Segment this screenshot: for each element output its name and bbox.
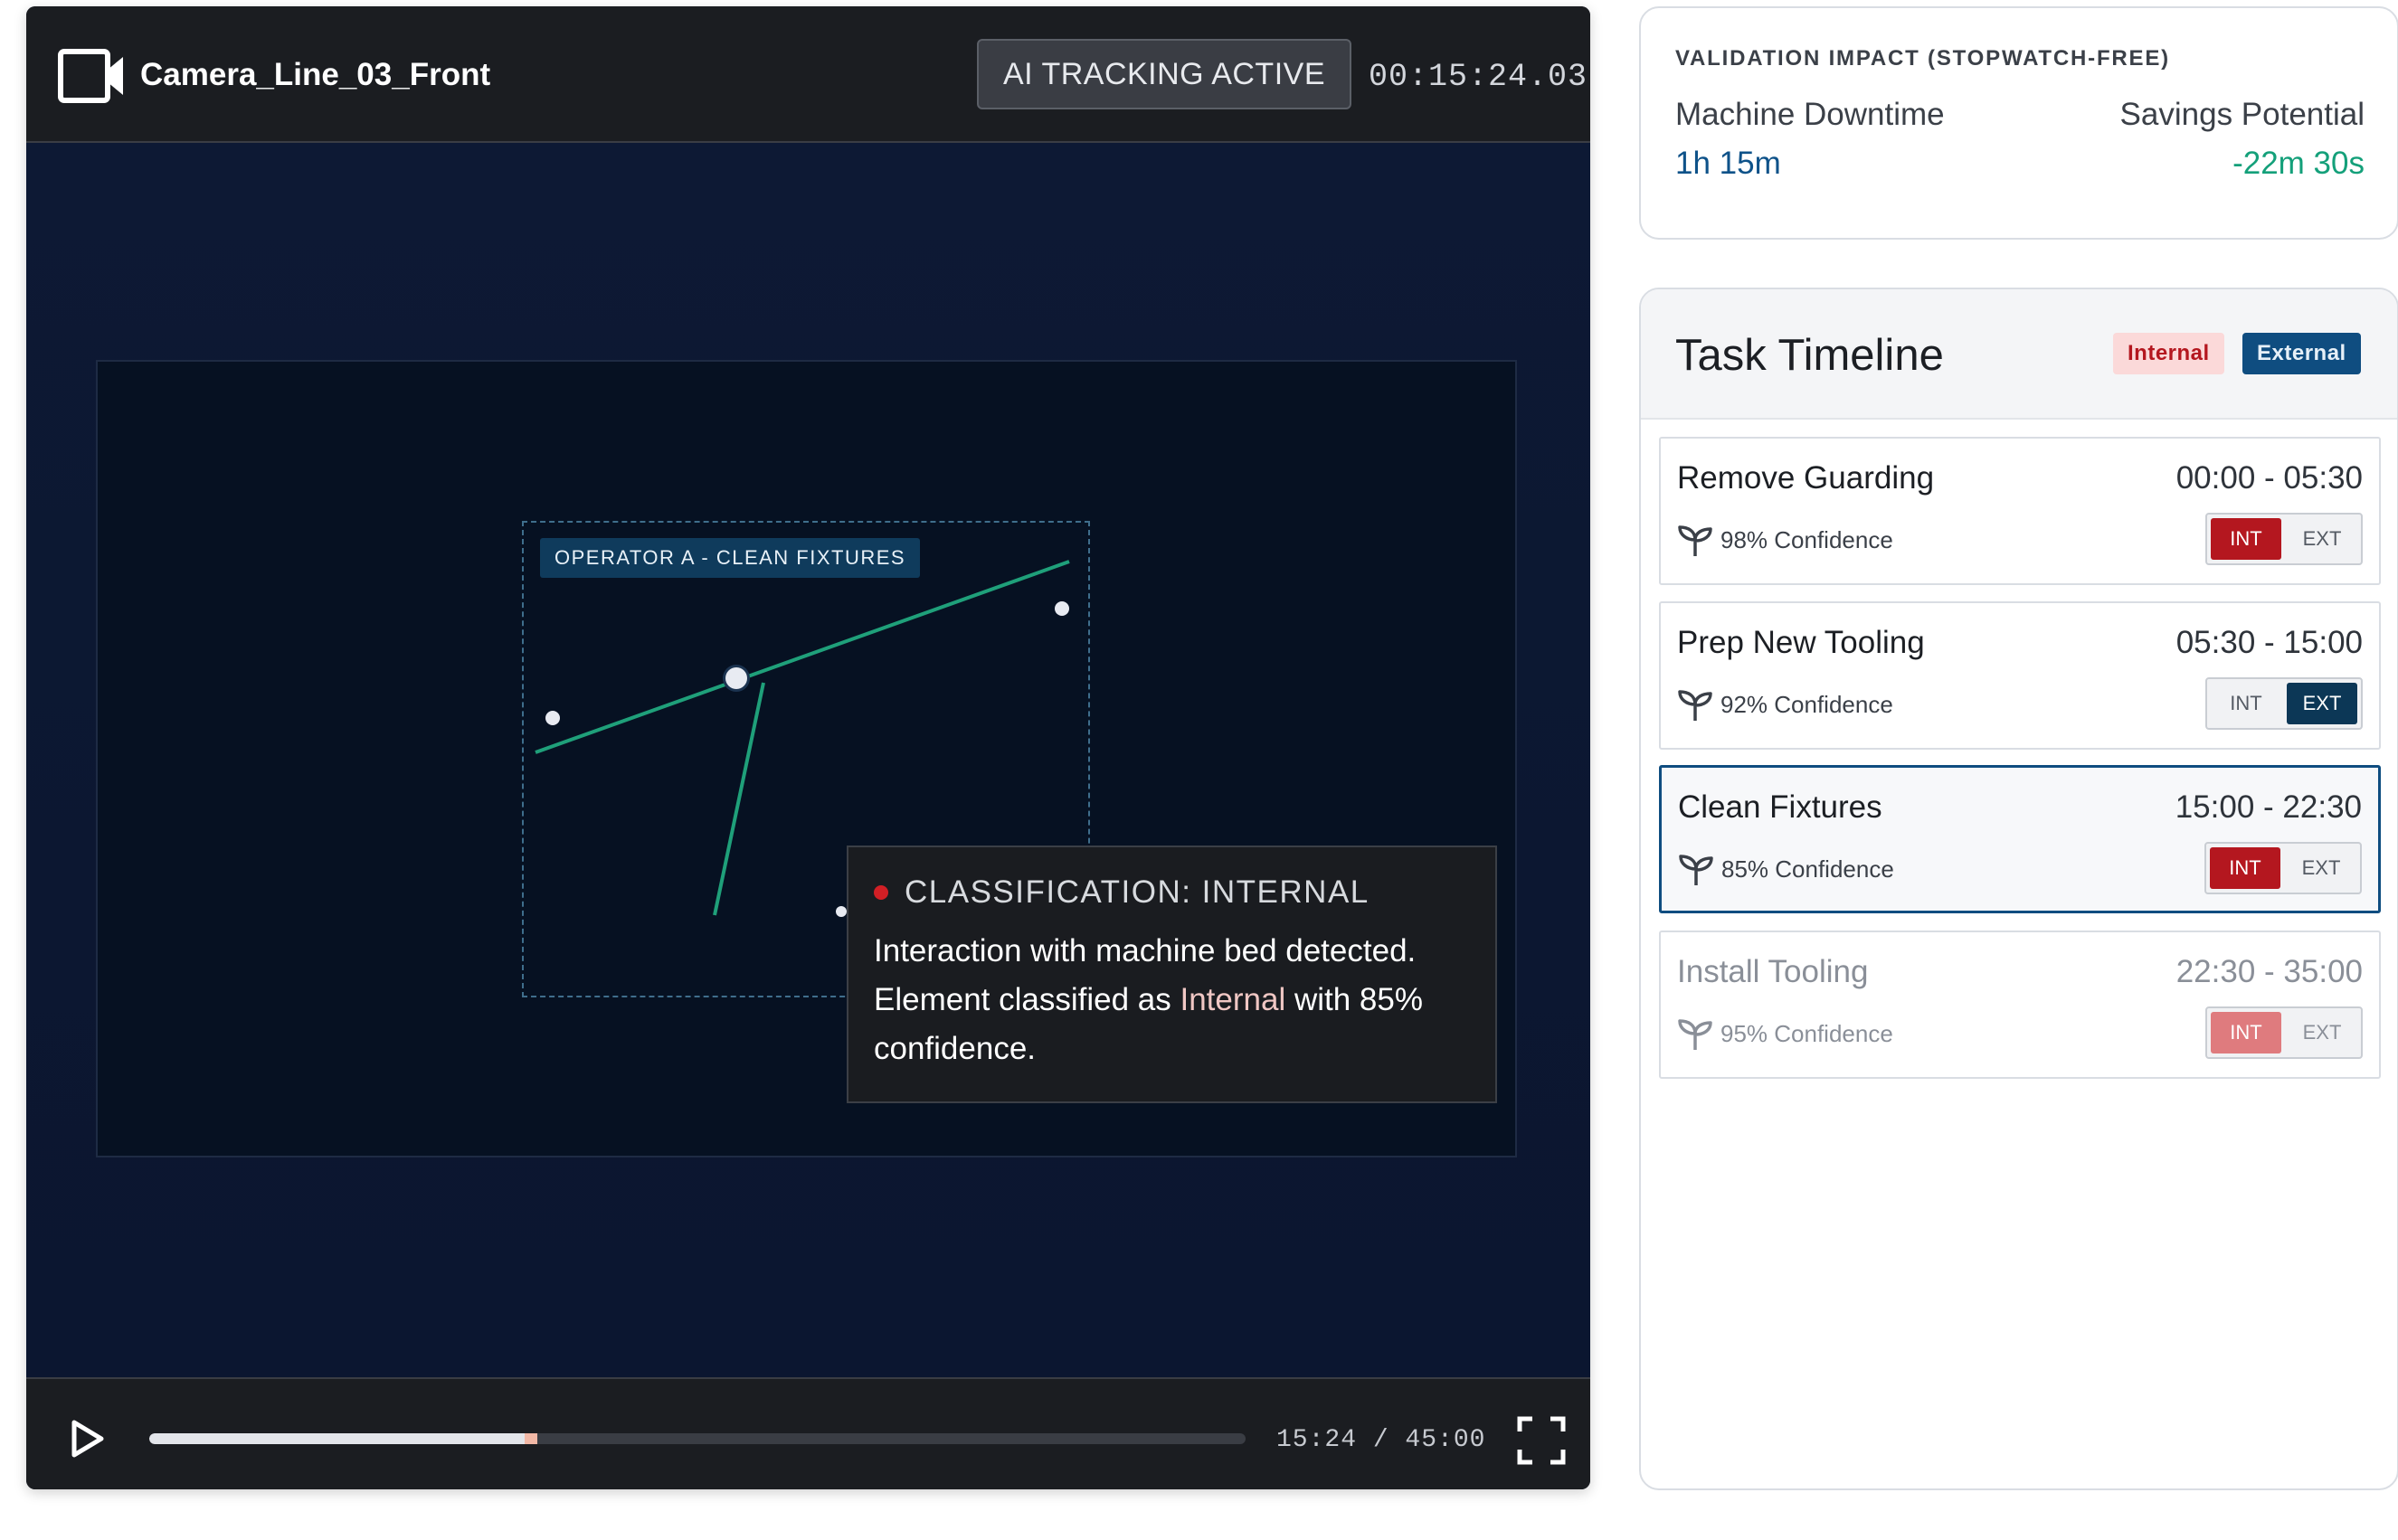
sprout-icon: [1678, 690, 1712, 721]
video-stage: OPERATOR A - CLEAN FIXTURES CLASSIFICATI…: [26, 143, 1590, 1377]
task-time: 15:00 - 22:30: [2175, 789, 2362, 825]
legend-internal: Internal: [2113, 333, 2224, 374]
classification-highlight: Internal: [1180, 982, 1286, 1017]
classification-line-3: confidence.: [874, 1031, 1037, 1066]
downtime-label: Machine Downtime: [1675, 97, 1945, 132]
timeline-title: Task Timeline: [1675, 331, 1944, 380]
int-ext-toggle: INT EXT: [2204, 842, 2362, 894]
task-card-remove-guarding[interactable]: Remove Guarding 00:00 - 05:30 98% Confid…: [1659, 437, 2381, 585]
progress-fill: [149, 1433, 525, 1444]
task-card-install-tooling[interactable]: Install Tooling 22:30 - 35:00 95% Confid…: [1659, 931, 2381, 1079]
savings-label: Savings Potential: [2119, 97, 2365, 132]
task-name: Prep New Tooling: [1677, 625, 1925, 660]
task-time: 00:00 - 05:30: [2175, 460, 2363, 496]
classification-heading-text: CLASSIFICATION: INTERNAL: [905, 874, 1370, 910]
confidence-text: 98% Confidence: [1720, 525, 1893, 553]
task-name: Remove Guarding: [1677, 460, 1935, 496]
fullscreen-icon[interactable]: [1516, 1415, 1567, 1466]
play-icon[interactable]: [70, 1419, 106, 1459]
video-header: Camera_Line_03_Front AI TRACKING ACTIVE …: [26, 6, 1590, 143]
video-frame: OPERATOR A - CLEAN FIXTURES CLASSIFICATI…: [96, 360, 1517, 1157]
task-card-prep-new-tooling[interactable]: Prep New Tooling 05:30 - 15:00 92% Confi…: [1659, 601, 2381, 750]
classification-line-2-prefix: Element classified as: [874, 982, 1180, 1017]
toggle-ext-button[interactable]: EXT: [2287, 683, 2357, 724]
int-ext-toggle: INT EXT: [2205, 513, 2363, 565]
int-ext-toggle: INT EXT: [2205, 677, 2363, 730]
confidence-text: 95% Confidence: [1720, 1019, 1893, 1047]
camera-title: Camera_Line_03_Front: [140, 57, 491, 92]
validation-impact-card: VALIDATION IMPACT (STOPWATCH-FREE) Machi…: [1639, 6, 2398, 240]
task-time: 22:30 - 35:00: [2175, 954, 2363, 989]
ai-tracking-badge: AI TRACKING ACTIVE: [977, 39, 1351, 109]
downtime-value: 1h 15m: [1675, 146, 1781, 181]
sprout-icon: [1678, 525, 1712, 556]
status-dot-icon: [874, 885, 888, 900]
task-time: 05:30 - 15:00: [2175, 625, 2363, 660]
toggle-ext-button[interactable]: EXT: [2287, 518, 2357, 560]
sprout-icon: [1678, 1019, 1712, 1050]
toggle-ext-button[interactable]: EXT: [2287, 1012, 2357, 1053]
toggle-int-button[interactable]: INT: [2210, 847, 2280, 889]
task-confidence: 98% Confidence: [1677, 522, 1893, 558]
legend-external: External: [2242, 333, 2361, 374]
operator-label: OPERATOR A - CLEAN FIXTURES: [540, 538, 921, 578]
toggle-int-button[interactable]: INT: [2211, 683, 2281, 724]
progress-bar[interactable]: [149, 1433, 1246, 1444]
video-player: Camera_Line_03_Front AI TRACKING ACTIVE …: [26, 6, 1590, 1489]
classification-line-2-suffix: with 85%: [1285, 982, 1423, 1017]
task-confidence: 92% Confidence: [1677, 686, 1893, 723]
video-camera-icon: [58, 49, 123, 103]
time-readout: 15:24 / 45:00: [1276, 1426, 1486, 1454]
int-ext-toggle: INT EXT: [2205, 1006, 2363, 1059]
classification-card: CLASSIFICATION: INTERNAL Interaction wit…: [847, 846, 1497, 1103]
toggle-int-button[interactable]: INT: [2211, 1012, 2281, 1053]
classification-line-1: Interaction with machine bed detected.: [874, 933, 1417, 968]
classification-body: Interaction with machine bed detected. E…: [874, 927, 1470, 1073]
toggle-ext-button[interactable]: EXT: [2286, 847, 2356, 889]
task-timeline-panel: Task Timeline Internal External Remove G…: [1639, 288, 2398, 1490]
task-name: Install Tooling: [1677, 954, 1869, 989]
video-timecode: 00:15:24.03: [1369, 59, 1588, 95]
sprout-icon: [1679, 855, 1713, 885]
classification-heading: CLASSIFICATION: INTERNAL: [874, 874, 1470, 911]
progress-playhead[interactable]: [525, 1433, 537, 1444]
toggle-int-button[interactable]: INT: [2211, 518, 2281, 560]
task-name: Clean Fixtures: [1678, 789, 1882, 825]
task-confidence: 95% Confidence: [1677, 1016, 1893, 1052]
playback-controls: 15:24 / 45:00: [26, 1377, 1590, 1489]
timeline-header: Task Timeline Internal External: [1641, 289, 2397, 420]
task-confidence: 85% Confidence: [1678, 851, 1894, 887]
validation-title: VALIDATION IMPACT (STOPWATCH-FREE): [1675, 46, 2170, 71]
confidence-text: 92% Confidence: [1720, 690, 1893, 718]
classification-line-2: Element classified as Internal with 85%: [874, 976, 1470, 1025]
task-card-clean-fixtures[interactable]: Clean Fixtures 15:00 - 22:30 85% Confide…: [1659, 765, 2381, 913]
savings-value: -22m 30s: [2232, 146, 2365, 181]
confidence-text: 85% Confidence: [1721, 855, 1894, 883]
